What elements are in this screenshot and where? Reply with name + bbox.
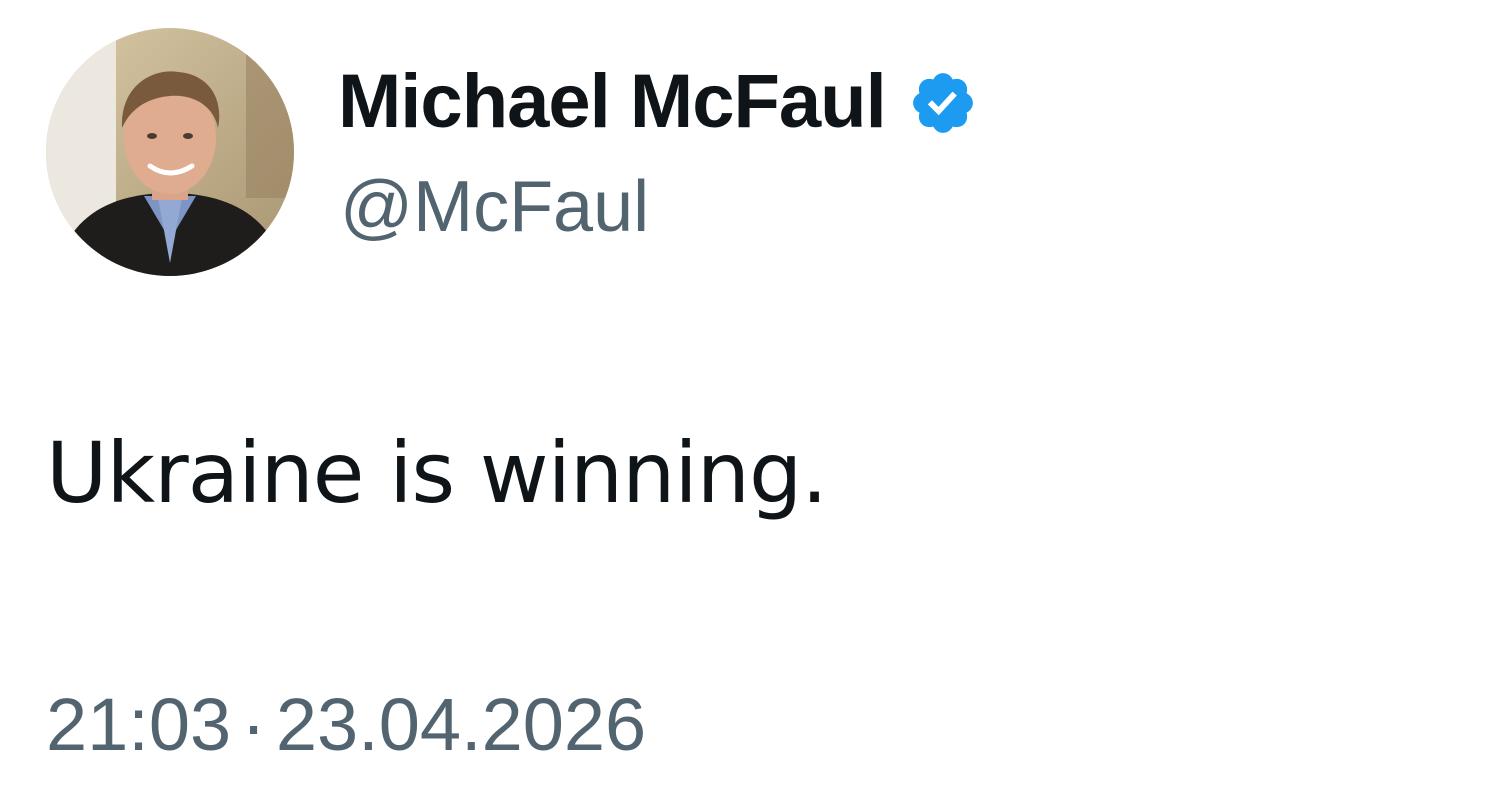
tweet-time: 21:03 [46, 683, 232, 766]
verified-badge-icon [908, 68, 978, 138]
display-name[interactable]: Michael McFaul [338, 58, 887, 145]
meta-separator: · [241, 683, 266, 766]
tweet-timestamp[interactable]: 21:03 · 23.04.2026 [46, 682, 646, 767]
tweet-text: Ukraine is winning. [46, 424, 828, 522]
author-handle[interactable]: @McFaul [340, 166, 649, 248]
avatar-image [46, 28, 294, 276]
avatar[interactable] [46, 28, 294, 276]
tweet-card: Michael McFaul @McFaul Ukraine is winnin… [0, 0, 1504, 798]
author-row: Michael McFaul [338, 56, 978, 146]
tweet-date: 23.04.2026 [275, 683, 647, 766]
